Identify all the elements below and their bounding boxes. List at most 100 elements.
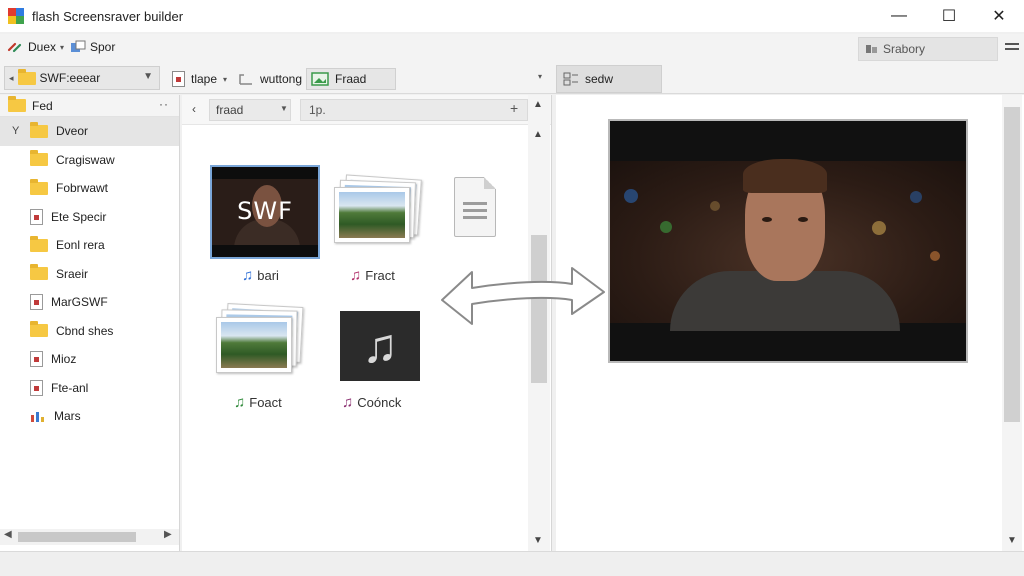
- main-toolbar: Duex ▾ Spor Srabory: [0, 34, 1024, 64]
- tree-item[interactable]: Sraeir: [0, 260, 179, 289]
- tree-item-label: Dveor: [56, 124, 89, 139]
- folder-combo[interactable]: ◂ SWF:eeear ▼: [4, 66, 160, 90]
- duex-label: Duex: [28, 40, 57, 54]
- file-label[interactable]: ♫ Foact: [234, 394, 282, 411]
- fraad-label: Fraad: [335, 72, 367, 86]
- chevron-down-icon[interactable]: ▾: [538, 72, 542, 81]
- spor-label: Spor: [90, 40, 116, 54]
- file-name: Fract: [365, 268, 395, 283]
- export-icon: [71, 40, 86, 52]
- tlape-label: tlape: [191, 72, 218, 86]
- scroll-up-icon[interactable]: ▲: [533, 99, 543, 110]
- music-note-icon: ♫: [350, 267, 362, 284]
- file-label[interactable]: ♫ Fract: [350, 267, 395, 284]
- tree-item-label: Mars: [54, 409, 81, 424]
- file-label[interactable]: ♫ Coónck: [342, 394, 401, 411]
- close-button[interactable]: ✕: [974, 0, 1024, 32]
- scroll-down-icon[interactable]: ▼: [1007, 535, 1017, 546]
- secondary-toolbar: ◂ SWF:eeear ▼ tlape ▾ wuttong Fraad ▾ se…: [0, 64, 1024, 94]
- swf-overlay-text: SWF: [237, 197, 293, 225]
- chevron-down-icon[interactable]: ▼: [280, 104, 288, 113]
- document-icon: [30, 351, 43, 368]
- folder-icon: [30, 235, 48, 252]
- path-field[interactable]: 1p.: [300, 99, 528, 121]
- chevron-down-icon: ▾: [223, 74, 228, 84]
- scrollbar-thumb[interactable]: [1004, 107, 1020, 422]
- document-icon[interactable]: [454, 177, 496, 237]
- music-note-icon: ♫: [234, 394, 246, 411]
- folder-icon: [30, 264, 48, 281]
- scrollbar-thumb[interactable]: [18, 532, 136, 542]
- search-box[interactable]: Srabory: [858, 37, 998, 61]
- add-icon[interactable]: +: [510, 100, 518, 116]
- folder-icon: [30, 321, 48, 338]
- tree-item[interactable]: Ete Specir: [0, 203, 179, 232]
- scroll-left-icon[interactable]: ◀: [4, 529, 12, 540]
- tree-item[interactable]: Fte-anl: [0, 374, 179, 403]
- tree-item[interactable]: Cbnd shes: [0, 317, 179, 346]
- music-note-icon: ♫: [242, 267, 254, 284]
- folder-icon: [8, 96, 26, 112]
- tree-header-label: Fed: [32, 98, 53, 113]
- photo-stack-thumbnail[interactable]: [216, 303, 304, 375]
- spor-button[interactable]: Spor: [70, 40, 115, 54]
- horizontal-scrollbar[interactable]: ◀ ▶: [0, 529, 179, 545]
- address-value: fraad: [216, 103, 244, 117]
- maximize-button[interactable]: ☐: [924, 0, 974, 32]
- file-name: Coónck: [357, 395, 402, 410]
- chevron-down-icon: ▼: [143, 71, 153, 82]
- tree-item[interactable]: Y Dveor: [0, 117, 179, 146]
- music-note-icon: ♫: [362, 319, 398, 373]
- tab-sedw[interactable]: sedw: [556, 65, 662, 93]
- tree-item[interactable]: Fobrwawt: [0, 174, 179, 203]
- title-bar: flash Screensraver builder — ☐ ✕: [0, 0, 1024, 32]
- minimize-button[interactable]: —: [874, 0, 924, 32]
- address-field[interactable]: fraad: [209, 99, 291, 121]
- chart-icon: [31, 412, 44, 423]
- expand-toggle-icon[interactable]: Y: [12, 125, 19, 137]
- tree-item[interactable]: Mioz: [0, 345, 179, 374]
- hamburger-menu-icon[interactable]: [1005, 40, 1019, 58]
- photo-stack-thumbnail[interactable]: [334, 174, 422, 247]
- folder-icon: [30, 150, 48, 167]
- scroll-right-icon[interactable]: ▶: [164, 529, 172, 540]
- video-thumbnail[interactable]: SWF: [210, 165, 320, 259]
- folder-icon: [30, 178, 48, 195]
- caret-left-icon: ◂: [9, 72, 14, 83]
- tree-list: Y Dveor Cragiswaw Fobrwawt Ete Specir Eonl re…: [0, 117, 179, 431]
- tree-item-label: Cragiswaw: [56, 152, 115, 167]
- music-file-thumbnail[interactable]: ♫: [340, 311, 420, 381]
- file-name: bari: [257, 268, 279, 283]
- page-icon: [172, 71, 185, 87]
- tree-item-label: Ete Specir: [51, 209, 107, 224]
- wuttong-button[interactable]: wuttong: [234, 68, 306, 90]
- tree-item[interactable]: Cragiswaw: [0, 146, 179, 175]
- window-title: flash Screensraver builder: [32, 8, 184, 24]
- tree-item-label: Cbnd shes: [56, 323, 114, 338]
- back-icon[interactable]: ‹: [192, 102, 196, 116]
- file-label[interactable]: ♫ bari: [242, 267, 279, 284]
- music-note-icon: ♫: [342, 394, 354, 411]
- duex-button[interactable]: Duex ▾: [6, 40, 64, 54]
- tool-icon: [239, 74, 252, 85]
- tree-item-label: MarGSWF: [51, 295, 108, 310]
- tree-item-label: Mioz: [51, 352, 77, 367]
- more-options-icon[interactable]: ··: [159, 97, 169, 111]
- scroll-up-icon[interactable]: ▲: [533, 129, 543, 140]
- vertical-scrollbar[interactable]: ▼: [1002, 95, 1022, 551]
- search-icon: [866, 45, 877, 53]
- tree-header: Fed ··: [0, 95, 179, 117]
- chevron-down-icon: ▾: [60, 42, 65, 52]
- wuttong-label: wuttong: [260, 72, 303, 86]
- tree-item[interactable]: Eonl rera: [0, 231, 179, 260]
- tlape-button[interactable]: tlape ▾: [168, 68, 231, 90]
- scroll-down-icon[interactable]: ▼: [533, 535, 543, 546]
- document-icon: [30, 208, 43, 225]
- tree-item[interactable]: Mars: [0, 402, 179, 431]
- status-bar: [0, 551, 1024, 576]
- tree-item-label: Eonl rera: [56, 238, 105, 253]
- tree-item[interactable]: MarGSWF: [0, 288, 179, 317]
- tree-item-label: Fte-anl: [51, 380, 89, 395]
- video-preview[interactable]: [608, 119, 968, 363]
- fraad-button[interactable]: Fraad: [306, 68, 396, 90]
